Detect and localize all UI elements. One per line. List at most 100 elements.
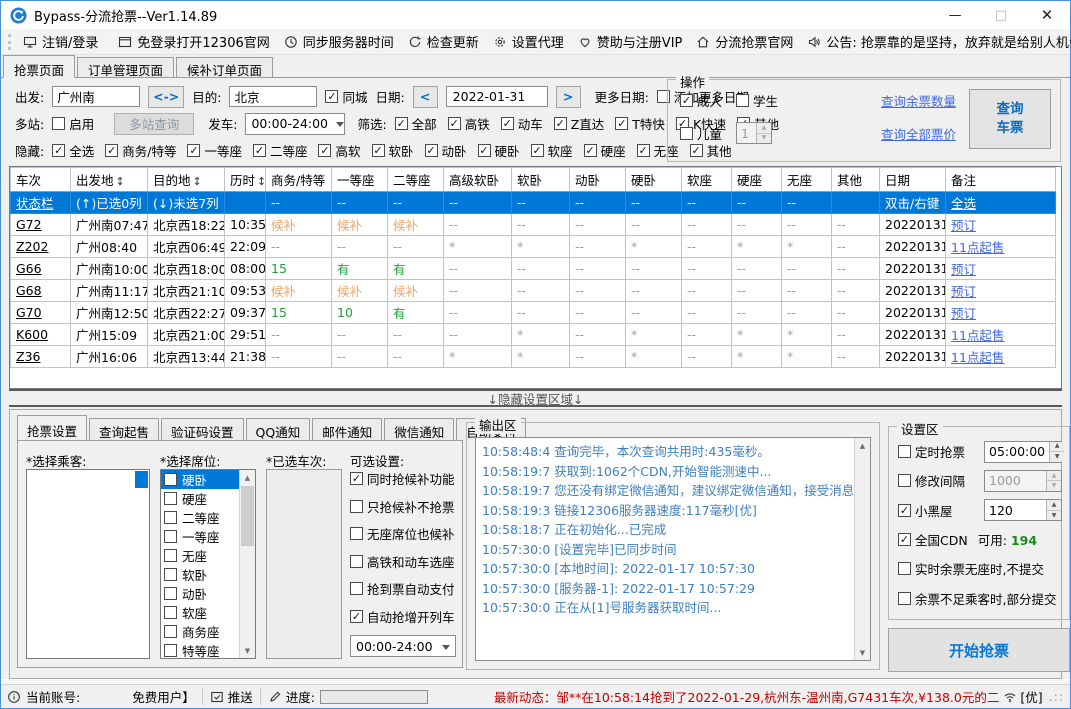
train-link[interactable]: G68 xyxy=(10,279,71,302)
seat-checkbox[interactable]: 无座 xyxy=(164,546,207,565)
query-tickets-button[interactable]: 查询 车票 xyxy=(969,89,1051,149)
toolbar-item[interactable]: 分流抢票官网 xyxy=(689,30,800,54)
grab-time-range-select[interactable]: 00:00-24:00 xyxy=(350,635,456,657)
table-row[interactable]: G66 广州南10:00 北京西18:00 08:00 15 有有 -- -- -- -- -- --… xyxy=(10,257,1056,280)
output-scrollbar[interactable]: ▲ ▼ xyxy=(854,438,870,660)
date-input[interactable]: 2022-01-31 xyxy=(445,86,548,107)
close-button[interactable]: ✕ xyxy=(1024,1,1070,29)
swap-stations-button[interactable]: <-> xyxy=(148,85,185,108)
query-remaining-tickets-link[interactable]: 查询余票数量 xyxy=(881,91,956,110)
seat-list-scrollbar[interactable]: ▲ ▼ xyxy=(239,470,255,658)
modify-interval-checkbox[interactable]: 修改间隔 xyxy=(898,471,965,490)
hide-checkbox[interactable]: ✓ 硬座 xyxy=(583,141,626,160)
train-link[interactable]: Z36 xyxy=(10,345,71,368)
column-header[interactable]: 软座 xyxy=(681,167,732,192)
selected-trains-box[interactable] xyxy=(266,469,342,659)
spinner-arrows-icon[interactable]: ▲ ▼ xyxy=(1049,441,1065,462)
settings-tab[interactable]: 邮件通知 xyxy=(312,418,383,440)
timed-grab-checkbox[interactable]: 定时抢票 xyxy=(898,442,965,461)
seat-option[interactable]: 二等座 xyxy=(161,508,239,527)
column-header[interactable]: 商务/特等 xyxy=(265,167,332,192)
scroll-up-icon[interactable]: ▲ xyxy=(855,438,870,453)
grab-option-checkbox[interactable]: 无座席位也候补 xyxy=(350,524,455,543)
grab-option-checkbox[interactable]: ✓ 同时抢候补功能 xyxy=(350,469,455,488)
seat-option[interactable]: 无座 xyxy=(161,546,239,565)
seat-option[interactable]: 软卧 xyxy=(161,565,239,584)
hide-checkbox[interactable]: ✓ 高软 xyxy=(318,141,361,160)
filter-checkbox[interactable]: ✓ 高铁 xyxy=(447,114,490,133)
filter-checkbox[interactable]: ✓ Z直达 xyxy=(553,114,604,133)
scroll-up-icon[interactable]: ▲ xyxy=(240,470,255,485)
passenger-list[interactable] xyxy=(26,469,150,659)
seat-checkbox[interactable]: 特等座 xyxy=(164,641,220,658)
seat-option[interactable]: 一等座 xyxy=(161,527,239,546)
scrollbar-thumb[interactable] xyxy=(241,486,254,546)
hide-checkbox[interactable]: ✓ 商务/特等 xyxy=(105,141,176,160)
toolbar-item[interactable]: 免登录打开12306官网 xyxy=(111,30,276,54)
settings-tab[interactable]: 验证码设置 xyxy=(161,418,244,440)
seat-checkbox[interactable]: 硬座 xyxy=(164,489,207,508)
hide-checkbox[interactable]: ✓ 软卧 xyxy=(371,141,414,160)
hide-checkbox[interactable]: ✓ 一等座 xyxy=(187,141,242,160)
column-header[interactable]: 车次 xyxy=(10,167,71,192)
note-link[interactable]: 11点起售 xyxy=(945,235,1056,258)
seat-option[interactable]: 硬卧 xyxy=(161,470,239,489)
column-header[interactable]: 出发地 ↕ xyxy=(70,167,148,192)
resize-grip[interactable]: .:: xyxy=(1049,689,1064,704)
output-log[interactable]: 10:58:48:4 查询完毕，本次查询共用时:435毫秒。 10:58:19:7… xyxy=(475,437,871,661)
seat-checkbox[interactable]: 硬卧 xyxy=(164,470,207,489)
toolbar-item[interactable]: 同步服务器时间 xyxy=(277,30,401,54)
table-row[interactable]: Z202 广州08:40 北京西06:49 22:09 -- -- -- * * -- * -- * * -… xyxy=(10,235,1056,258)
depart-input[interactable] xyxy=(52,86,141,107)
main-tab[interactable]: 候补订单页面 xyxy=(176,57,274,78)
train-link[interactable]: G72 xyxy=(10,213,71,236)
column-header[interactable]: 历时 ↕ xyxy=(224,167,266,192)
column-header[interactable]: 高级软卧 xyxy=(443,167,512,192)
maximize-button[interactable]: □ xyxy=(978,1,1024,29)
timed-grab-time-spinner[interactable]: 05:00:00 ▲ ▼ xyxy=(984,440,1065,463)
seat-checkbox[interactable]: 一等座 xyxy=(164,527,220,546)
filter-checkbox[interactable]: ✓ 全部 xyxy=(394,114,437,133)
column-header[interactable]: 一等座 xyxy=(331,167,388,192)
seat-option[interactable]: 硬座 xyxy=(161,489,239,508)
spinner-arrows-icon[interactable]: ▲ ▼ xyxy=(756,123,772,143)
date-next-button[interactable]: > xyxy=(555,85,581,108)
note-link[interactable]: 11点起售 xyxy=(945,323,1056,346)
hide-checkbox[interactable]: ✓ 二等座 xyxy=(252,141,307,160)
scroll-down-icon[interactable]: ▼ xyxy=(240,643,255,658)
query-all-prices-link[interactable]: 查询全部票价 xyxy=(881,124,956,143)
date-prev-button[interactable]: < xyxy=(412,85,438,108)
grab-option-checkbox[interactable]: ✓ 自动抢增开列车 xyxy=(350,607,455,626)
dest-input[interactable] xyxy=(229,86,318,107)
column-header[interactable]: 目的地 ↕ xyxy=(147,167,225,192)
train-link[interactable]: Z202 xyxy=(10,235,71,258)
toolbar-item[interactable]: 赞助与注册VIP xyxy=(571,30,690,54)
push-label[interactable]: 推送 xyxy=(228,687,253,706)
table-row[interactable]: G70 广州南12:50 北京西22:27 09:37 15 10 有 -- -- -- -- -- -… xyxy=(10,301,1056,324)
hide-checkbox[interactable]: ✓ 全选 xyxy=(52,141,94,160)
toolbar-item[interactable]: 注销/登录 xyxy=(16,30,105,54)
spinner-arrows-icon[interactable]: ▲ ▼ xyxy=(1046,470,1061,491)
multi-station-query-button[interactable]: 多站查询 xyxy=(114,112,195,135)
train-link[interactable]: G70 xyxy=(10,301,71,324)
start-grab-button[interactable]: 开始抢票 xyxy=(888,628,1070,672)
status-row[interactable]: 状态栏 (↑)已选0列 (↓)未选7列 -- -- -- -- -- -- -- -- -- -- 双击/… xyxy=(10,191,1056,214)
settings-tab[interactable]: 抢票设置 xyxy=(17,415,88,440)
train-link[interactable]: K600 xyxy=(10,323,71,346)
seat-option[interactable]: 商务座 xyxy=(161,622,239,641)
adult-checkbox[interactable]: ✓ 成人 xyxy=(680,91,722,110)
depart-time-select[interactable]: 00:00-24:00 xyxy=(245,112,346,135)
main-tab[interactable]: 订单管理页面 xyxy=(77,57,175,78)
multi-station-enable-checkbox[interactable]: 启用 xyxy=(52,114,94,133)
note-link[interactable]: 预订 xyxy=(945,213,1056,236)
filter-checkbox[interactable]: ✓ T特快 xyxy=(615,114,665,133)
seat-checkbox[interactable]: 软座 xyxy=(164,603,207,622)
seat-option[interactable]: 软座 xyxy=(161,603,239,622)
column-header[interactable]: 无座 xyxy=(781,167,832,192)
column-header[interactable]: 二等座 xyxy=(387,167,444,192)
filter-checkbox[interactable]: ✓ 动车 xyxy=(500,114,543,133)
seat-checkbox[interactable]: 商务座 xyxy=(164,622,220,641)
column-header[interactable]: 硬卧 xyxy=(625,167,682,192)
minimize-button[interactable]: — xyxy=(932,1,978,29)
interval-spinner[interactable]: 1000 ▲ ▼ xyxy=(984,469,1062,492)
